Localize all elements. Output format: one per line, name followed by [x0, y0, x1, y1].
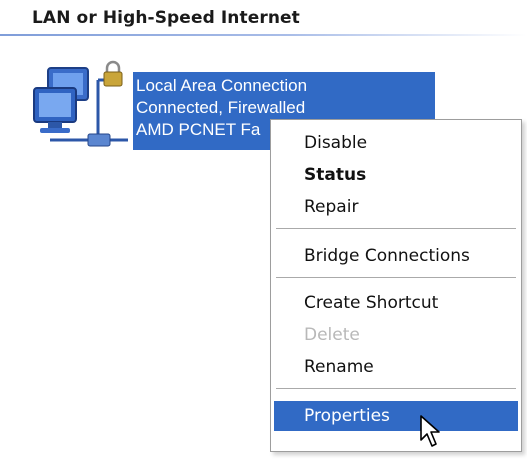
- menu-item-repair[interactable]: Repair: [274, 192, 518, 222]
- menu-item-disable[interactable]: Disable: [274, 128, 518, 158]
- arrow-cursor-icon: [420, 415, 440, 447]
- section-title: LAN or High-Speed Internet: [32, 8, 300, 28]
- context-menu: Disable Status Repair Bridge Connections…: [270, 119, 522, 452]
- menu-item-bridge-connections[interactable]: Bridge Connections: [274, 241, 518, 271]
- connection-name: Local Area Connection: [136, 76, 308, 95]
- menu-item-properties[interactable]: Properties: [274, 401, 518, 431]
- menu-separator: [276, 388, 516, 390]
- connection-status: Connected, Firewalled: [136, 98, 306, 117]
- menu-item-status[interactable]: Status: [274, 160, 518, 190]
- menu-item-rename[interactable]: Rename: [274, 352, 518, 382]
- network-connection-icon[interactable]: [28, 58, 140, 158]
- menu-item-delete: Delete: [304, 325, 360, 345]
- menu-item-create-shortcut[interactable]: Create Shortcut: [274, 288, 518, 318]
- menu-separator: [276, 228, 516, 230]
- section-divider: [0, 34, 527, 36]
- menu-separator: [276, 277, 516, 279]
